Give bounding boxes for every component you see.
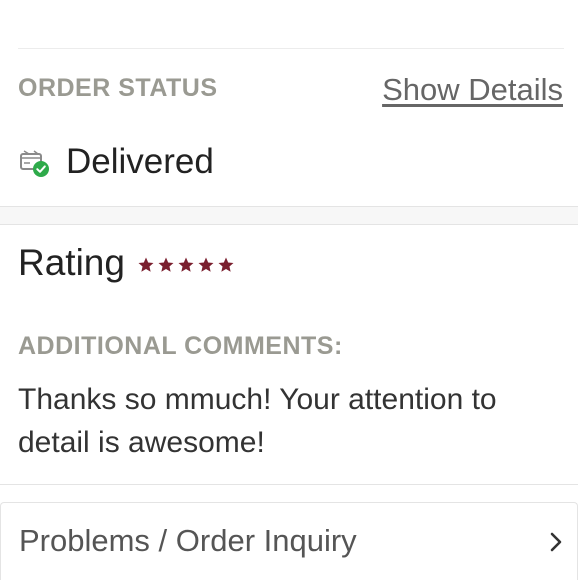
order-status-heading: ORDER STATUS — [18, 74, 218, 102]
delivery-status: Delivered — [18, 140, 214, 184]
rating-label: Rating — [18, 242, 125, 283]
divider — [18, 48, 564, 49]
show-details-link[interactable]: Show Details — [382, 72, 563, 108]
star-rating — [137, 256, 235, 274]
comments-heading: ADDITIONAL COMMENTS: — [18, 332, 343, 360]
rating-row: Rating — [18, 242, 235, 284]
star-icon — [178, 257, 194, 272]
star-icon — [198, 257, 214, 272]
star-icon — [138, 257, 154, 272]
order-inquiry-button[interactable]: Problems / Order Inquiry — [0, 502, 578, 580]
order-inquiry-label: Problems / Order Inquiry — [19, 523, 357, 558]
section-separator — [0, 206, 578, 225]
comments-text: Thanks so mmuch! Your attention to detai… — [18, 383, 497, 459]
star-icon — [218, 257, 234, 272]
order-detail-page: ORDER STATUS Show Details Delivered Rati… — [0, 0, 578, 580]
star-icon — [158, 257, 174, 272]
delivery-status-text: Delivered — [66, 142, 214, 181]
chevron-right-icon — [550, 532, 562, 552]
order-status-header: ORDER STATUS Show Details — [18, 72, 563, 112]
delivered-box-check-icon — [20, 150, 49, 177]
divider — [0, 484, 578, 485]
